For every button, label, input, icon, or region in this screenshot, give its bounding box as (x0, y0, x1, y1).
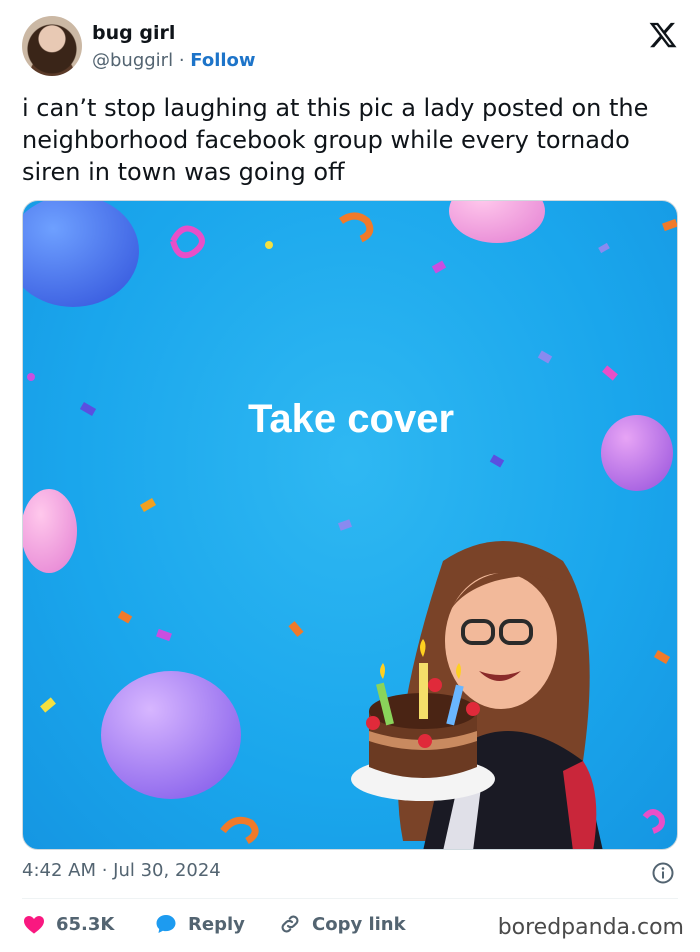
reply-button[interactable]: Reply (154, 908, 245, 940)
avatar[interactable] (22, 16, 82, 76)
balloon (101, 671, 241, 799)
x-logo-icon[interactable] (648, 20, 678, 50)
tweet-header: bug girl @buggirl · Follow (22, 16, 682, 78)
tweet-text: i can’t stop laughing at this pic a lady… (22, 94, 649, 186)
divider (22, 898, 678, 899)
copy-link-button[interactable]: Copy link (278, 908, 406, 940)
link-icon (281, 915, 299, 933)
balloon (23, 489, 77, 573)
tweet-timestamp[interactable]: 4:42 AM · Jul 30, 2024 (22, 860, 221, 881)
balloon (23, 201, 139, 307)
speech-bubble-icon (156, 915, 176, 933)
like-count: 65.3K (56, 913, 115, 935)
tweet-media[interactable]: Take cover (22, 200, 678, 850)
media-overlay-text: Take cover (247, 397, 455, 441)
handle-row: @buggirl · Follow (92, 50, 256, 71)
tweet-card: bug girl @buggirl · Follow i can’t stop … (0, 0, 700, 952)
reply-label: Reply (188, 913, 245, 935)
heart-icon (24, 916, 44, 934)
like-button[interactable]: 65.3K (22, 908, 114, 940)
follow-button[interactable]: Follow (190, 50, 255, 71)
info-icon[interactable] (651, 861, 675, 885)
party-illustration (23, 201, 677, 849)
copy-link-label: Copy link (312, 913, 406, 935)
watermark: boredpanda.com (497, 915, 684, 940)
author-handle[interactable]: @buggirl (92, 50, 173, 71)
balloon (449, 201, 545, 243)
handle-separator: · (173, 50, 191, 71)
author-name[interactable]: bug girl (92, 22, 175, 44)
